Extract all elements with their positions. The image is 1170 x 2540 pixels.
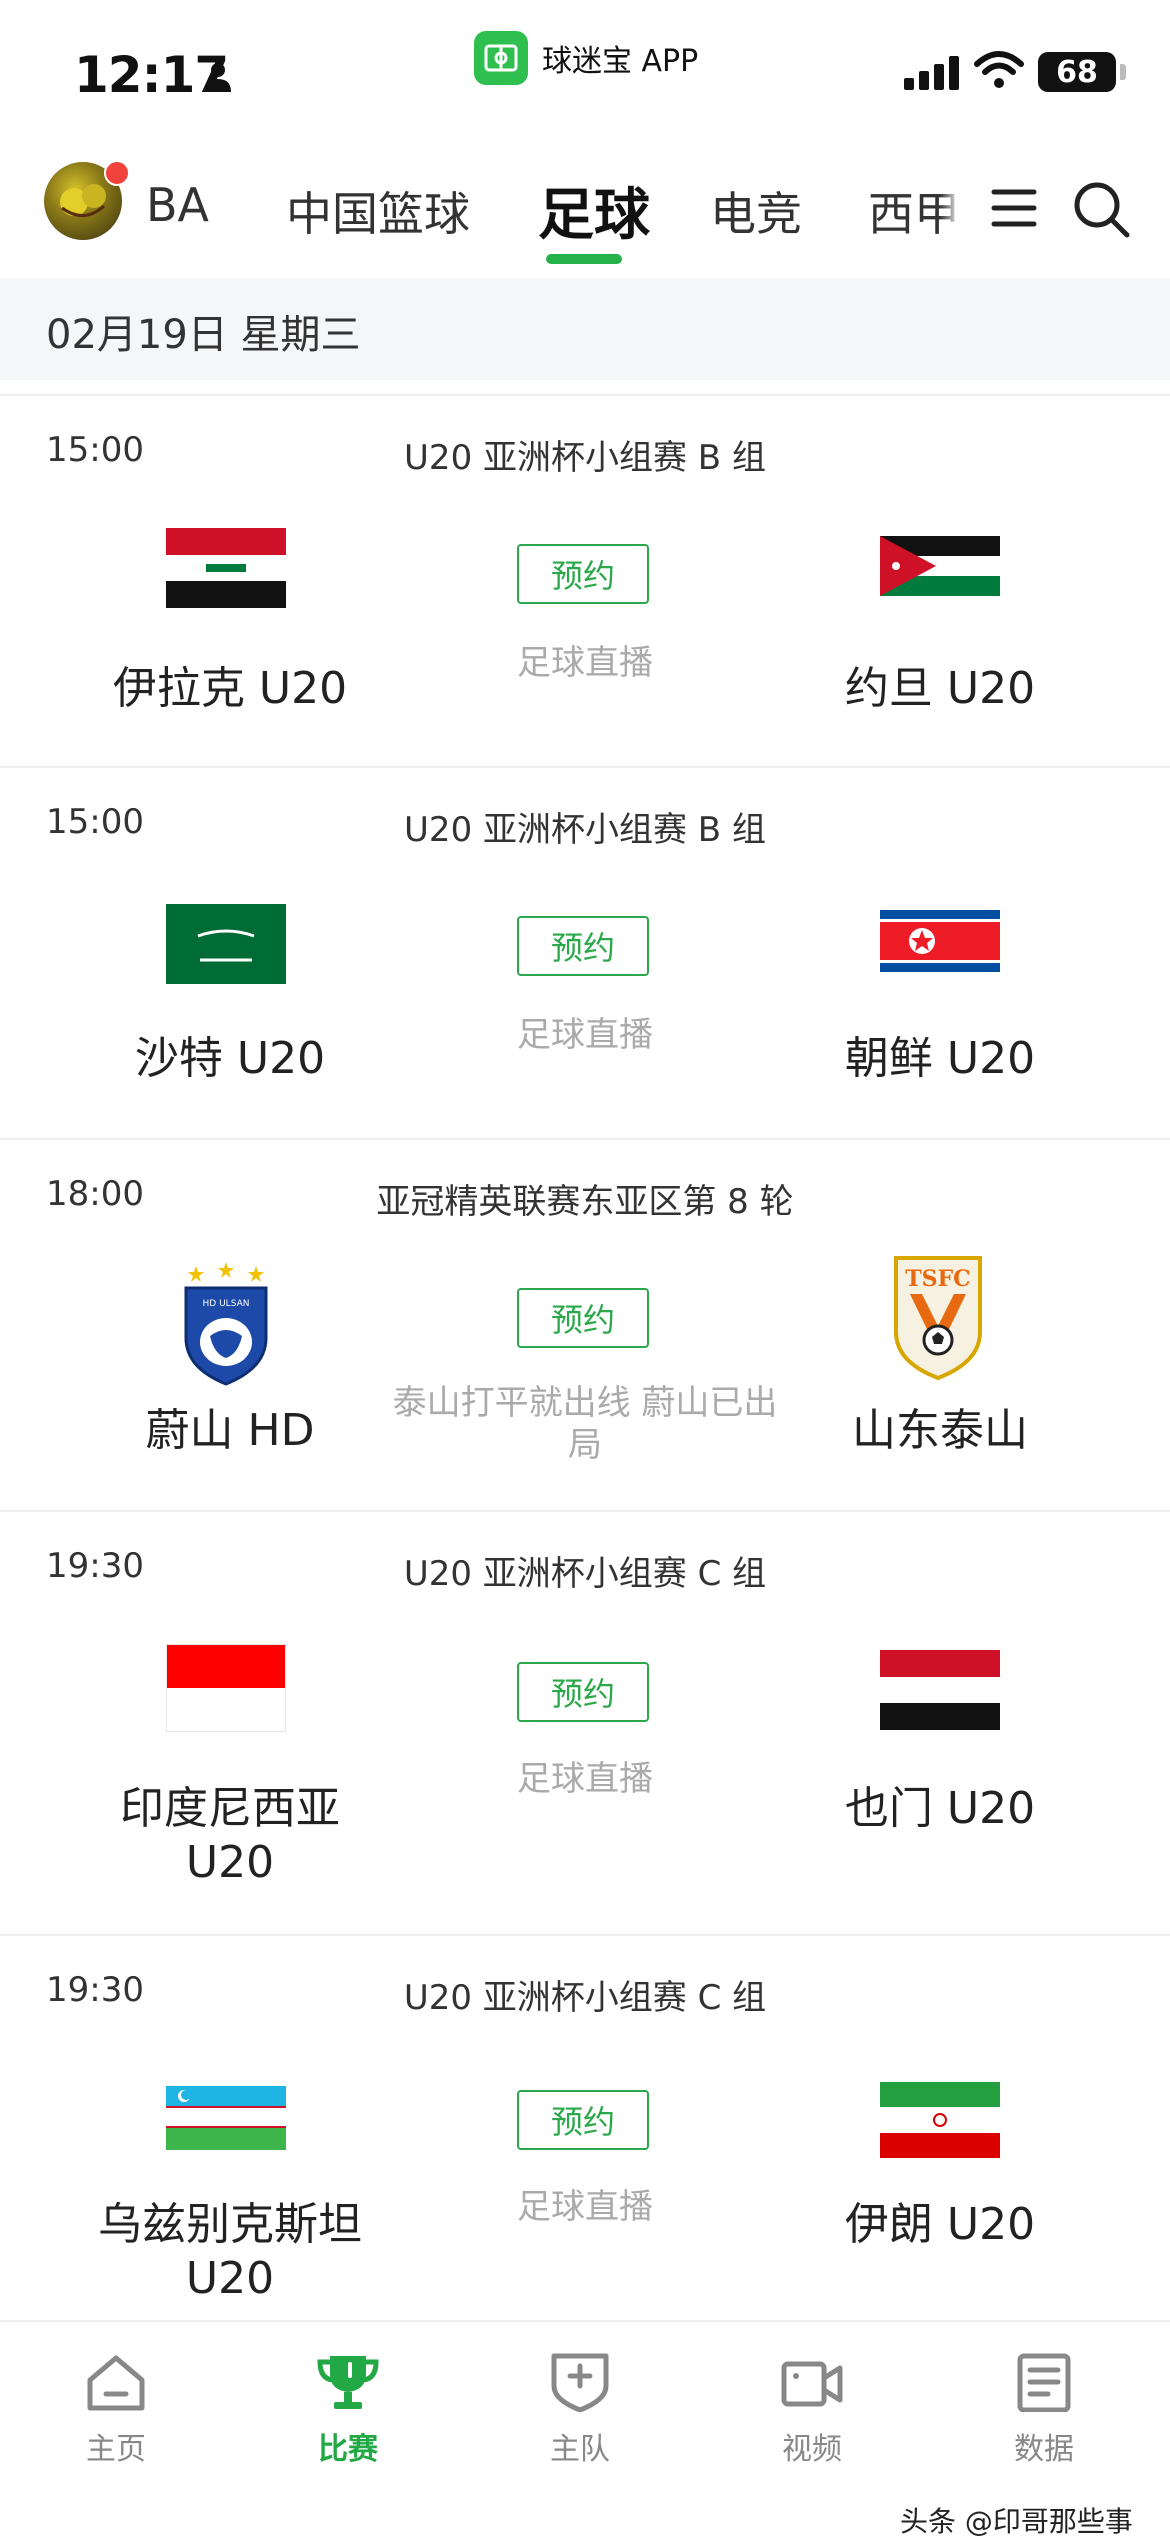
reserve-button[interactable]: 预约 <box>517 1662 649 1722</box>
match-time: 15:00 <box>46 802 144 842</box>
video-icon <box>781 2361 843 2407</box>
match-competition: U20 亚洲杯小组赛 B 组 <box>404 810 766 850</box>
nav-my-team-label: 主队 <box>550 2432 610 2467</box>
match-competition: U20 亚洲杯小组赛 C 组 <box>403 1978 767 2018</box>
saudi-flag-icon <box>166 904 286 984</box>
notification-dot <box>104 160 130 186</box>
trophy-icon <box>317 2356 379 2409</box>
ulsan-hd-crest-icon: HD ULSAN <box>184 1262 268 1386</box>
away-team-name: 伊朗 U20 <box>844 2199 1036 2250</box>
app-label: 球迷宝 APP <box>542 44 699 79</box>
match-time: 19:30 <box>46 1970 144 2010</box>
match-competition: U20 亚洲杯小组赛 B 组 <box>404 438 766 478</box>
date-label: 02月19日 星期三 <box>46 312 361 358</box>
home-icon <box>87 2355 145 2411</box>
status-bar: 12:17 球迷宝 APP 68 <box>0 0 1170 140</box>
home-team-name: 沙特 U20 <box>134 1033 326 1084</box>
uzbekistan-flag-icon <box>166 2086 286 2150</box>
match-card[interactable]: 19:30 U20 亚洲杯小组赛 C 组 印度尼西亚 U20 预约 足球直播 也… <box>0 1510 1170 1936</box>
battery-cap <box>1120 64 1126 80</box>
yemen-flag-icon <box>880 1650 1000 1730</box>
home-team-name: 印度尼西亚 U20 <box>120 1783 340 1888</box>
match-card[interactable]: 15:00 U20 亚洲杯小组赛 B 组 伊拉克 U20 预约 足球直播 约旦 … <box>0 394 1170 768</box>
menu-icon[interactable] <box>990 184 1038 232</box>
crest-letters-tsfc: TSFC <box>905 1266 970 1292</box>
match-card[interactable]: 18:00 亚冠精英联赛东亚区第 8 轮 HD ULSAN 蔚山 HD 预约 泰… <box>0 1138 1170 1512</box>
away-team-name: 也门 U20 <box>844 1783 1036 1834</box>
reserve-button[interactable]: 预约 <box>517 916 649 976</box>
north-korea-flag-icon <box>880 910 1000 972</box>
tab-nba[interactable]: BA <box>146 178 209 232</box>
crest-letters-hd: HD ULSAN <box>203 1299 250 1309</box>
tab-fade <box>940 150 960 270</box>
away-team-name: 朝鲜 U20 <box>844 1033 1036 1084</box>
away-team-name: 山东泰山 <box>852 1405 1028 1456</box>
home-team-name: 蔚山 HD <box>145 1405 315 1456</box>
match-time: 15:00 <box>46 430 144 470</box>
match-competition: 亚冠精英联赛东亚区第 8 轮 <box>376 1182 794 1222</box>
match-note: 足球直播 <box>517 1759 653 1799</box>
indonesia-flag-icon <box>166 1644 286 1732</box>
shandong-taishan-crest-icon: TSFC <box>894 1256 982 1381</box>
nav-data[interactable]: 数据 <box>974 2352 1114 2468</box>
battery-level: 68 <box>1038 52 1116 92</box>
active-tab-indicator <box>546 254 622 264</box>
nav-data-label: 数据 <box>1014 2432 1074 2467</box>
match-note: 足球直播 <box>517 1015 653 1055</box>
search-icon[interactable] <box>1072 180 1132 240</box>
away-team-name: 约旦 U20 <box>844 663 1036 714</box>
home-team-name: 伊拉克 U20 <box>112 663 348 714</box>
nav-video-label: 视频 <box>782 2432 842 2467</box>
app-logo-icon <box>474 31 528 85</box>
nav-home[interactable]: 主页 <box>46 2352 186 2468</box>
person-icon <box>205 63 231 92</box>
match-time: 18:00 <box>46 1174 144 1214</box>
nav-home-label: 主页 <box>86 2432 146 2467</box>
tab-china-basketball[interactable]: 中国篮球 <box>286 178 470 244</box>
match-card[interactable]: 19:30 U20 亚洲杯小组赛 C 组 乌兹别克斯坦 U20 预约 足球直播 … <box>0 1934 1170 2322</box>
date-header: 02月19日 星期三 <box>0 278 1170 380</box>
nav-matches[interactable]: 比赛 <box>278 2352 418 2468</box>
nav-matches-label: 比赛 <box>318 2432 378 2467</box>
match-note: 足球直播 <box>517 2187 653 2227</box>
tab-esports[interactable]: 电竞 <box>710 178 802 244</box>
reserve-button[interactable]: 预约 <box>517 2090 649 2150</box>
match-time: 19:30 <box>46 1546 144 1586</box>
cellular-signal-icon <box>904 56 959 90</box>
iraq-flag-icon <box>166 528 286 608</box>
category-tab-bar: BA 中国篮球 足球 电竞 西甲 <box>0 150 1170 280</box>
nav-video[interactable]: 视频 <box>742 2352 882 2468</box>
match-note: 足球直播 <box>517 643 653 683</box>
jordan-flag-icon <box>880 536 1000 596</box>
data-icon <box>1017 2353 1071 2413</box>
source-app-badge[interactable]: 球迷宝 APP <box>474 30 698 86</box>
nav-my-team[interactable]: 主队 <box>510 2352 650 2468</box>
match-card[interactable]: 15:00 U20 亚洲杯小组赛 B 组 沙特 U20 预约 足球直播 朝鲜 U… <box>0 766 1170 1140</box>
team-shield-icon <box>551 2353 609 2413</box>
tab-football[interactable]: 足球 <box>538 170 650 251</box>
reserve-button[interactable]: 预约 <box>517 1288 649 1348</box>
home-team-name: 乌兹别克斯坦 U20 <box>98 2199 362 2304</box>
match-competition: U20 亚洲杯小组赛 C 组 <box>403 1554 767 1594</box>
reserve-button[interactable]: 预约 <box>517 544 649 604</box>
iran-flag-icon <box>880 2082 1000 2158</box>
wifi-icon <box>974 51 1024 88</box>
match-note: 泰山打平就出线 蔚山已出局 <box>392 1383 778 1465</box>
watermark: 头条 @印哥那些事 <box>900 2505 1133 2538</box>
